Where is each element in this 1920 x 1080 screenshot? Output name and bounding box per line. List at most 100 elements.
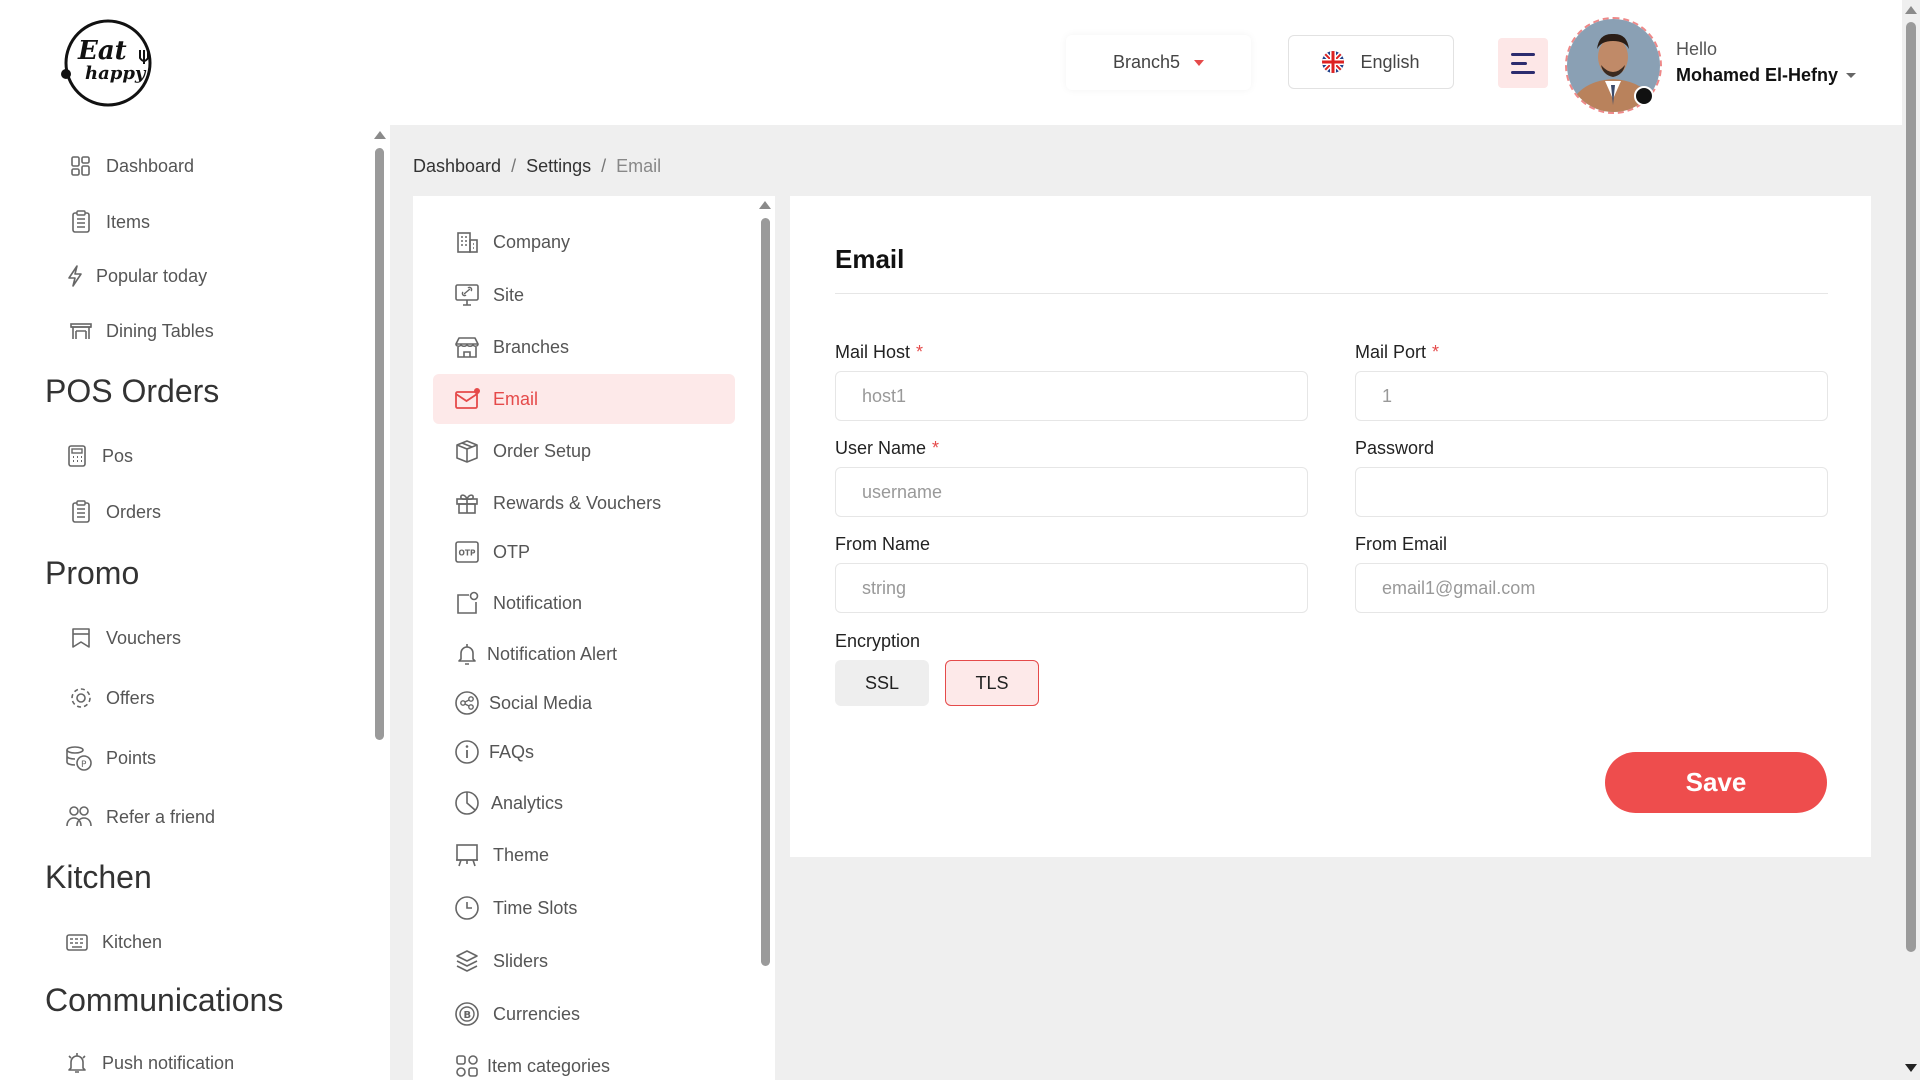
language-selector[interactable]: English	[1288, 35, 1454, 89]
settings-item-label: Sliders	[493, 950, 549, 971]
breadcrumb-current: Email	[616, 156, 662, 176]
sidebar-scroll-up-arrow[interactable]	[374, 131, 386, 139]
sidebar-item-kitchen[interactable]: Kitchen	[64, 929, 162, 955]
chevron-down-icon	[1194, 59, 1205, 66]
from-name-placeholder: string	[862, 577, 907, 598]
settings-item-item-categories[interactable]: Item categories	[433, 1041, 735, 1080]
settings-item-label: Order Setup	[493, 440, 592, 461]
menu-toggle-button[interactable]	[1498, 38, 1548, 88]
clock-icon	[455, 896, 479, 920]
password-label-text: Password	[1355, 438, 1435, 458]
sidebar-item-offers[interactable]: Offers	[68, 685, 155, 711]
settings-item-label: Currencies	[493, 1003, 581, 1024]
save-button[interactable]: Save	[1605, 752, 1827, 813]
settings-item-otp[interactable]: OTP OTP	[433, 527, 735, 577]
settings-item-label: Company	[493, 231, 571, 252]
settings-item-label: Rewards & Vouchers	[493, 492, 662, 513]
settings-item-sliders[interactable]: Sliders	[433, 936, 735, 986]
edit-avatar-icon[interactable]	[1634, 86, 1654, 106]
email-settings-card: Email Mail Host * host1 Mail Port * 1 User…	[790, 196, 1871, 857]
settings-item-label: Branches	[493, 336, 570, 357]
sidebar-scrollbar[interactable]	[375, 148, 384, 740]
user-name-input[interactable]: username	[835, 467, 1308, 517]
settings-item-site[interactable]: Site	[433, 270, 735, 320]
from-email-input[interactable]: email1@gmail.com	[1355, 563, 1828, 613]
window-scroll-up-arrow[interactable]	[1905, 6, 1917, 14]
sidebar-item-popular-today[interactable]: Popular today	[62, 263, 207, 289]
store-icon	[455, 337, 479, 358]
settings-item-label: Theme	[493, 844, 550, 865]
settings-item-analytics[interactable]: Analytics	[433, 778, 735, 828]
encryption-ssl-button[interactable]: SSL	[835, 660, 929, 706]
sidebar-item-dashboard[interactable]: Dashboard	[68, 153, 194, 179]
notification-icon	[457, 591, 479, 614]
encryption-tls-button[interactable]: TLS	[945, 660, 1039, 706]
from-name-label-text: From Name	[835, 534, 931, 554]
currency-icon: B	[455, 1002, 479, 1026]
settings-item-label: Analytics	[491, 792, 564, 813]
sidebar-item-label: Vouchers	[106, 627, 182, 648]
settings-item-currencies[interactable]: B Currencies	[433, 989, 735, 1039]
sidebar-item-items[interactable]: Items	[68, 209, 150, 235]
sidebar-item-orders[interactable]: Orders	[68, 499, 161, 525]
branch-selector[interactable]: Branch5	[1066, 35, 1251, 90]
mail-host-label-text: Mail Host	[835, 342, 911, 362]
breadcrumb-settings[interactable]: Settings	[526, 156, 591, 177]
from-name-input[interactable]: string	[835, 563, 1308, 613]
calculator-icon	[68, 445, 86, 467]
window-scroll-down-arrow[interactable]	[1905, 1064, 1917, 1072]
sidebar-item-refer-a-friend[interactable]: Refer a friend	[64, 802, 215, 832]
section-heading-communications: Communications	[45, 982, 284, 1018]
eat-happy-logo[interactable]: Eat happy	[58, 16, 158, 108]
bell-icon	[458, 644, 476, 665]
settings-item-theme[interactable]: Theme	[433, 830, 735, 880]
clipboard-icon	[72, 210, 90, 233]
user-menu[interactable]: Mohamed El-Hefny	[1676, 65, 1857, 86]
sidebar-item-push-notification[interactable]: Push notification	[64, 1050, 234, 1076]
settings-item-company[interactable]: Company	[433, 217, 735, 267]
window-scrollbar[interactable]	[1906, 22, 1916, 952]
voucher-icon	[72, 628, 90, 648]
settings-menu: Company Site Branches Email Order Setup …	[413, 196, 775, 1080]
mail-icon	[455, 388, 480, 409]
settings-item-notification[interactable]: Notification	[433, 578, 735, 628]
uk-flag-icon	[1322, 51, 1345, 73]
settings-item-social-media[interactable]: Social Media	[433, 678, 735, 728]
password-label: Password	[1355, 438, 1434, 459]
kitchen-icon	[66, 934, 88, 951]
settings-item-label: FAQs	[489, 741, 535, 762]
settings-item-rewards-vouchers[interactable]: Rewards & Vouchers	[433, 478, 735, 528]
mail-port-input[interactable]: 1	[1355, 371, 1828, 421]
mail-host-input[interactable]: host1	[835, 371, 1308, 421]
monitor-link-icon	[455, 284, 479, 306]
sidebar-item-points[interactable]: P Points	[64, 743, 156, 773]
breadcrumb-dashboard[interactable]: Dashboard	[413, 156, 501, 177]
sidebar-item-vouchers[interactable]: Vouchers	[68, 625, 181, 651]
svg-text:B: B	[464, 1010, 472, 1021]
settings-item-time-slots[interactable]: Time Slots	[433, 883, 735, 933]
settings-scrollbar[interactable]	[761, 218, 770, 966]
settings-item-faqs[interactable]: FAQs	[433, 727, 735, 777]
main-sidebar: Dashboard Items Popular today Dining Tab…	[0, 125, 390, 1080]
svg-text:happy: happy	[85, 63, 147, 84]
hamburger-line	[1511, 70, 1535, 74]
settings-item-notification-alert[interactable]: Notification Alert	[433, 629, 735, 679]
table-icon	[70, 323, 92, 339]
easel-icon	[456, 844, 478, 867]
hamburger-line	[1511, 52, 1535, 56]
settings-scroll-up-arrow[interactable]	[759, 201, 771, 209]
user-name: Mohamed El-Hefny	[1676, 65, 1839, 85]
settings-item-branches[interactable]: Branches	[433, 322, 735, 372]
sidebar-item-dining-tables[interactable]: Dining Tables	[68, 318, 214, 344]
password-input[interactable]	[1355, 467, 1828, 517]
settings-item-order-setup[interactable]: Order Setup	[433, 426, 735, 476]
users-icon	[66, 806, 92, 827]
sidebar-item-pos[interactable]: Pos	[64, 443, 133, 469]
encryption-label: Encryption	[835, 631, 921, 651]
svg-text:Eat: Eat	[77, 36, 127, 66]
sidebar-item-label: Offers	[106, 687, 155, 708]
settings-item-label: Social Media	[489, 692, 593, 713]
settings-item-email[interactable]: Email	[433, 374, 735, 424]
required-mark: *	[916, 342, 924, 362]
user-name-label: User Name *	[835, 438, 939, 459]
